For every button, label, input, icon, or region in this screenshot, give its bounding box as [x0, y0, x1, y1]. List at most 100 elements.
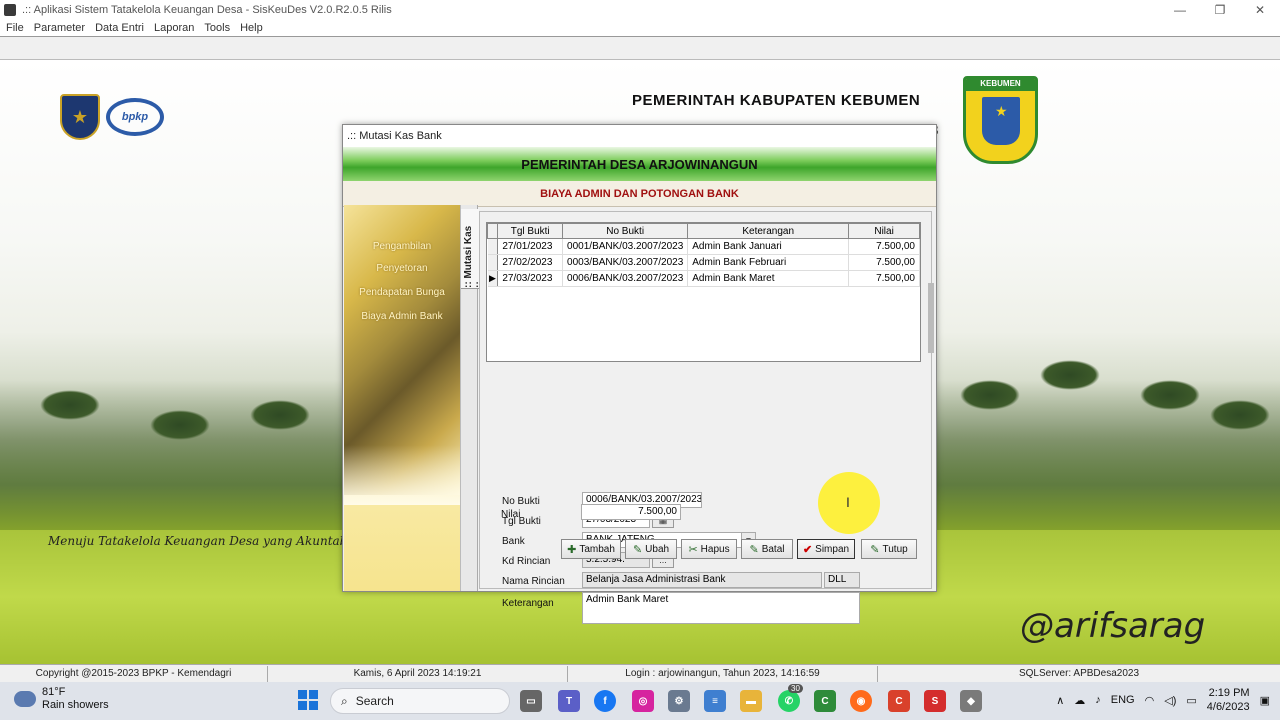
whatsapp-icon[interactable]: ✆	[778, 690, 800, 712]
clock[interactable]: 2:19 PM 4/6/2023	[1207, 686, 1250, 714]
dialog-banner: PEMERINTAH DESA ARJOWINANGUN	[343, 147, 936, 181]
cell-no-bukti: 0003/BANK/03.2007/2023	[562, 254, 689, 271]
file-explorer-icon[interactable]: ▬	[740, 690, 762, 712]
weather-temp: 81°F	[42, 686, 66, 698]
nama-rincian-code: DLL	[824, 572, 860, 588]
tutup-label: Tutup	[882, 543, 908, 555]
table-row[interactable]: 27/01/2023 0001/BANK/03.2007/2023 Admin …	[487, 238, 920, 255]
settings-gear-icon[interactable]: ⚙	[668, 690, 690, 712]
menu-parameter[interactable]: Parameter	[34, 22, 85, 34]
camtasia-icon[interactable]: C	[814, 690, 836, 712]
status-copyright: Copyright @2015-2023 BPKP - Kemendagri	[0, 665, 268, 682]
government-title: PEMERINTAH KABUPATEN KEBUMEN	[632, 92, 921, 109]
tambah-label: Tambah	[579, 543, 615, 555]
cell-keterangan: Admin Bank Februari	[687, 254, 850, 271]
palm-tree	[40, 390, 100, 420]
palm-tree	[150, 410, 210, 440]
table-row-selected[interactable]: ▶ 27/03/2023 0006/BANK/03.2007/2023 Admi…	[487, 270, 920, 287]
status-date: Kamis, 6 April 2023 14:19:21	[268, 665, 568, 682]
microphone-icon[interactable]: ♪	[1095, 694, 1101, 706]
keterangan-label: Keterangan	[502, 598, 554, 609]
window-controls: — ❐ ✕	[1160, 0, 1280, 20]
cell-keterangan: Admin Bank Januari	[687, 238, 850, 255]
side-link-pendapatan-bunga[interactable]: Pendapatan Bunga	[344, 287, 460, 298]
side-link-biaya-admin-bank[interactable]: Biaya Admin Bank	[344, 311, 460, 322]
transactions-grid[interactable]: Tgl Bukti No Bukti Keterangan Nilai 27/0…	[486, 222, 934, 362]
simpan-button[interactable]: ✔ Simpan	[797, 539, 855, 559]
menu-laporan[interactable]: Laporan	[154, 22, 194, 34]
restore-button[interactable]: ❐	[1200, 0, 1240, 20]
slogan-text: Menuju Tatakelola Keuangan Desa yang Aku…	[48, 534, 348, 548]
menu-help[interactable]: Help	[240, 22, 263, 34]
col-tgl-bukti[interactable]: Tgl Bukti	[497, 223, 564, 239]
camtasia-recorder-icon[interactable]: C	[888, 690, 910, 712]
kd-rincian-label: Kd Rincian	[502, 556, 551, 567]
batal-button[interactable]: ✎ Batal	[741, 539, 793, 559]
cell-nilai: 7.500,00	[848, 270, 920, 287]
task-view-icon[interactable]: ▭	[520, 690, 542, 712]
delete-icon: ✂	[688, 543, 698, 556]
status-bar: Copyright @2015-2023 BPKP - Kemendagri K…	[0, 664, 1280, 682]
minimize-button[interactable]: —	[1160, 0, 1200, 20]
nilai-label: Nilai	[501, 509, 521, 520]
menu-data-entri[interactable]: Data Entri	[95, 22, 144, 34]
nilai-field[interactable]: 7.500,00	[581, 504, 681, 520]
notification-icon[interactable]: ▣	[1260, 694, 1270, 707]
siskeudes-app-icon[interactable]: ◆	[960, 690, 982, 712]
facebook-icon[interactable]: f	[594, 690, 616, 712]
taskbar: 81°F Rain showers ⌕ Search ▭ T f ◎ ⚙ ≡ ▬…	[0, 682, 1280, 720]
grid-scrollbar[interactable]	[928, 283, 934, 353]
instagram-icon[interactable]: ◎	[632, 690, 654, 712]
tambah-button[interactable]: ✚ Tambah	[561, 539, 621, 559]
no-bukti-label: No Bukti	[502, 496, 540, 507]
firefox-icon[interactable]: ◉	[850, 690, 872, 712]
palm-tree	[1140, 380, 1200, 410]
clock-date: 4/6/2023	[1206, 701, 1250, 713]
cell-nilai: 7.500,00	[848, 254, 920, 271]
cell-tgl-bukti: 27/01/2023	[497, 238, 564, 255]
weather-widget[interactable]: 81°F Rain showers	[14, 686, 109, 712]
clock-time: 2:19 PM	[1208, 687, 1250, 699]
volume-icon[interactable]: ◁)	[1164, 694, 1176, 707]
col-nilai[interactable]: Nilai	[848, 223, 920, 239]
hapus-label: Hapus	[700, 543, 730, 555]
add-icon: ✚	[567, 543, 577, 556]
battery-icon[interactable]: ▭	[1186, 694, 1196, 707]
bpkp-logo: bpkp	[106, 98, 164, 136]
window-title: .:: Aplikasi Sistem Tatakelola Keuangan …	[22, 4, 392, 16]
side-tab-strip: :: Mutasi Kas ::	[460, 205, 485, 591]
app-icon	[4, 4, 16, 16]
grid-header-row: Tgl Bukti No Bukti Keterangan Nilai	[486, 223, 920, 239]
keterangan-field[interactable]: Admin Bank Maret	[582, 592, 860, 624]
language-indicator[interactable]: ENG	[1111, 694, 1135, 706]
onedrive-cloud-icon[interactable]: ☁	[1074, 694, 1085, 707]
tab-mutasi-kas[interactable]: :: Mutasi Kas ::	[461, 209, 485, 289]
tutup-button[interactable]: ✎ Tutup	[861, 539, 917, 559]
system-tray: ∧ ☁ ♪ ENG ◠ ◁) ▭ 2:19 PM 4/6/2023 ▣	[1056, 686, 1270, 714]
chevron-up-icon[interactable]: ∧	[1056, 694, 1064, 707]
grid-indicator-header	[486, 223, 499, 239]
wps-icon[interactable]: S	[924, 690, 946, 712]
menu-bar: File Parameter Data Entri Laporan Tools …	[0, 20, 1280, 36]
transactions-table: Tgl Bukti No Bukti Keterangan Nilai 27/0…	[486, 223, 920, 287]
dialog-subtitle: BIAYA ADMIN DAN POTONGAN BANK	[343, 181, 936, 207]
hapus-button[interactable]: ✂ Hapus	[681, 539, 737, 559]
side-link-pengambilan[interactable]: Pengambilan	[344, 241, 460, 252]
menu-tools[interactable]: Tools	[204, 22, 230, 34]
wifi-icon[interactable]: ◠	[1145, 694, 1155, 707]
col-no-bukti[interactable]: No Bukti	[562, 223, 689, 239]
row-indicator	[487, 254, 499, 271]
ubah-button[interactable]: ✎ Ubah	[625, 539, 677, 559]
side-link-penyetoran[interactable]: Penyetoran	[344, 263, 460, 274]
palm-tree	[960, 380, 1020, 410]
side-fade	[344, 445, 460, 505]
taskbar-search[interactable]: ⌕ Search	[330, 688, 510, 714]
notepad-icon[interactable]: ≡	[704, 690, 726, 712]
toolbar-strip	[0, 36, 1280, 60]
table-row[interactable]: 27/02/2023 0003/BANK/03.2007/2023 Admin …	[487, 254, 920, 271]
close-button[interactable]: ✕	[1240, 0, 1280, 20]
teams-icon[interactable]: T	[558, 690, 580, 712]
menu-file[interactable]: File	[6, 22, 24, 34]
start-windows-icon[interactable]	[298, 690, 318, 710]
col-keterangan[interactable]: Keterangan	[687, 223, 850, 239]
